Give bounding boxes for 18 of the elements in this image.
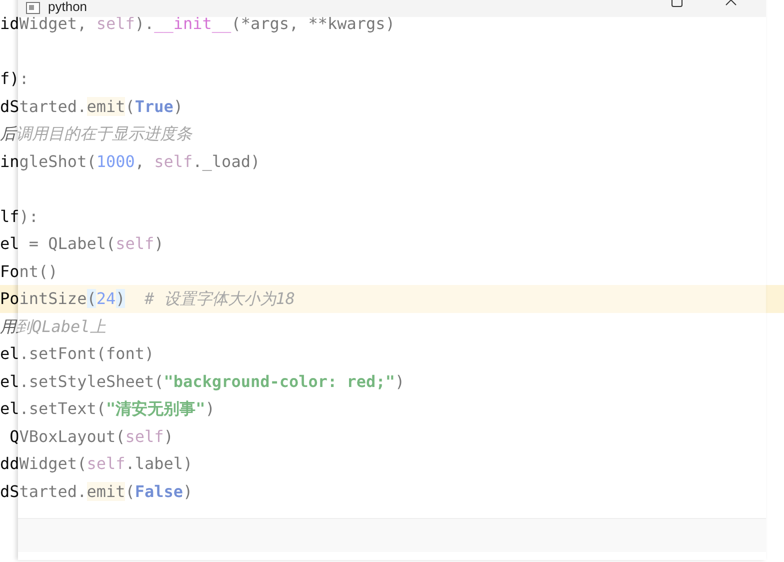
code-line: ingleShot(1000, self._load) <box>0 150 260 173</box>
code-line: QVBoxLayout(self) <box>8 426 174 448</box>
code-line: Font() <box>0 260 58 282</box>
window-title: python <box>48 0 88 16</box>
code-line: el.setText("清安无别事") <box>0 398 215 420</box>
code-line: dStarted.emit(False) <box>0 480 193 502</box>
code-line: lf): <box>0 206 39 228</box>
code-line: 用到QLabel上 <box>0 316 106 338</box>
code-line: 后调用目的在于显示进度条 <box>0 123 192 145</box>
code-line: el.setStyleSheet("background-color: red;") <box>0 370 405 392</box>
code-line: PointSize(24) # 设置字体大小为18 <box>0 288 296 310</box>
code-line: f): <box>0 68 29 90</box>
code-line: dStarted.emit(True) <box>0 96 184 118</box>
code-line: el.setFont(font) <box>0 343 154 365</box>
code-line: idWidget, self).__init__(*args, **kwargs) <box>0 14 395 35</box>
maximize-icon <box>671 0 683 7</box>
code-line: el = QLabel(self) <box>0 233 164 255</box>
code-line: ddWidget(self.label) <box>0 453 193 475</box>
